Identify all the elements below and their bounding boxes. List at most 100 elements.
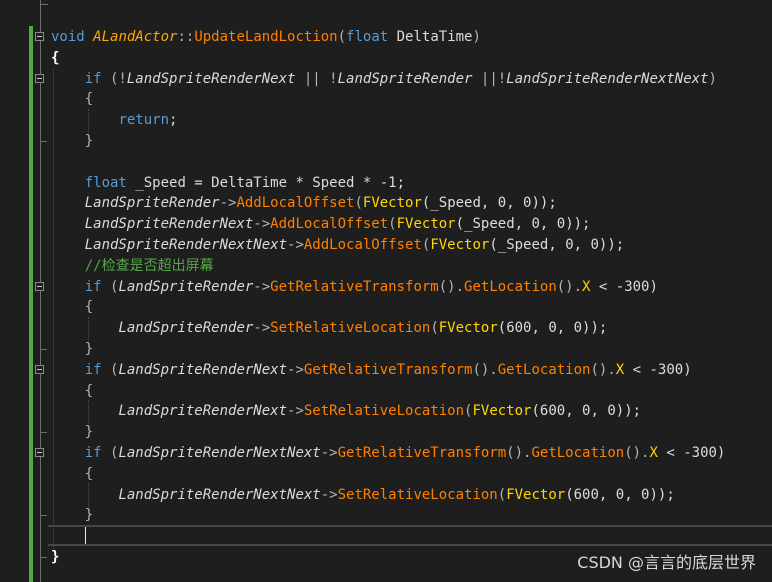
code-line[interactable]: }: [51, 131, 93, 151]
fold-toggle-icon[interactable]: [35, 32, 44, 41]
fold-toggle-icon[interactable]: [35, 282, 44, 291]
code-token: void: [51, 29, 85, 45]
code-token: LandSpriteRenderNextNext: [84, 237, 288, 253]
code-line[interactable]: {: [51, 464, 93, 484]
code-token: ||!: [472, 70, 507, 87]
code-token: X: [615, 361, 625, 378]
code-token: (: [101, 278, 119, 295]
code-line[interactable]: return;: [51, 110, 177, 130]
code-token: AddLocalOffset: [303, 237, 422, 253]
code-line[interactable]: LandSpriteRenderNextNext->SetRelativeLoc…: [51, 485, 675, 505]
code-token: ->: [253, 216, 271, 233]
code-line[interactable]: if (!LandSpriteRenderNext || !LandSprite…: [51, 69, 717, 89]
code-token: SetRelativeLocation: [270, 320, 431, 337]
code-line[interactable]: }: [51, 505, 93, 525]
code-token: FVector: [472, 403, 532, 420]
code-token: FVector: [396, 216, 456, 233]
code-line[interactable]: //检查是否超出屏幕: [51, 256, 214, 276]
fold-toggle-icon[interactable]: [35, 365, 44, 374]
text-caret: [85, 527, 86, 544]
code-token: UpdateLandLoction: [194, 29, 338, 45]
code-line[interactable]: LandSpriteRenderNext->SetRelativeLocatio…: [51, 401, 641, 421]
code-editor[interactable]: void ALandActor::UpdateLandLoction(float…: [0, 0, 772, 582]
code-line[interactable]: {: [51, 48, 59, 68]
outline-fold-end-tick: [40, 349, 47, 350]
code-line[interactable]: {: [51, 297, 93, 317]
code-token: (: [101, 445, 119, 461]
code-line[interactable]: }: [51, 339, 93, 359]
code-token: (600, 0, 0));: [565, 486, 675, 503]
code-token: LandSpriteRenderNext: [118, 403, 288, 420]
code-token: {: [51, 91, 94, 108]
code-token: GetRelativeTransform: [270, 278, 439, 295]
code-token: //检查是否超出屏幕: [84, 257, 214, 274]
code-token: float: [84, 174, 127, 191]
code-token: _Speed = DeltaTime * Speed * -1;: [126, 174, 406, 191]
code-token: ->: [287, 403, 304, 420]
code-line[interactable]: LandSpriteRenderNext->AddLocalOffset(FVe…: [51, 214, 591, 234]
code-token: ;: [169, 112, 178, 129]
fold-toggle-icon[interactable]: [35, 74, 44, 83]
code-token: (: [497, 486, 507, 503]
code-line[interactable]: }: [51, 547, 59, 567]
code-token: if: [84, 445, 102, 461]
code-line[interactable]: LandSpriteRender->SetRelativeLocation(FV…: [51, 318, 607, 338]
code-line[interactable]: if (LandSpriteRenderNextNext->GetRelativ…: [51, 443, 726, 463]
code-line[interactable]: }: [51, 422, 93, 442]
code-token: if: [84, 361, 102, 378]
code-token: ->: [320, 486, 338, 503]
code-token: AddLocalOffset: [236, 195, 355, 212]
code-token: LandSpriteRender: [84, 195, 220, 212]
code-token: {: [51, 382, 94, 399]
code-token: ->: [253, 278, 271, 295]
code-line[interactable]: if (LandSpriteRender->GetRelativeTransfo…: [51, 277, 658, 297]
code-line[interactable]: float _Speed = DeltaTime * Speed * -1;: [51, 173, 405, 193]
code-line[interactable]: {: [51, 89, 93, 109]
code-token: if: [84, 278, 102, 295]
code-token: }: [51, 341, 94, 357]
code-token: GetRelativeTransform: [337, 445, 507, 461]
code-token: (: [337, 29, 347, 45]
code-token: LandSpriteRenderNextNext: [118, 445, 321, 461]
code-line[interactable]: LandSpriteRender->AddLocalOffset(FVector…: [51, 193, 557, 213]
code-token: (_Speed, 0, 0));: [455, 216, 591, 233]
code-token: ().: [624, 445, 650, 461]
code-token: (!: [101, 70, 127, 87]
code-token: GetLocation: [531, 445, 625, 461]
code-token: ().: [438, 278, 465, 295]
code-token: if: [84, 70, 102, 87]
code-token: }: [51, 133, 94, 149]
code-token: LandSpriteRender: [118, 278, 254, 295]
code-token: ->: [287, 361, 304, 378]
code-token: LandSpriteRenderNext: [84, 216, 254, 233]
code-token: }: [51, 507, 94, 524]
code-line[interactable]: {: [51, 381, 93, 401]
change-tracking-bar: [29, 26, 33, 582]
code-token: FVector: [430, 237, 490, 253]
outline-fold-end-tick: [40, 557, 47, 558]
code-line[interactable]: void ALandActor::UpdateLandLoction(float…: [51, 27, 481, 47]
code-token: < -300): [624, 361, 692, 378]
outline-fold-end-tick: [40, 141, 47, 142]
code-token: LandSpriteRenderNextNext: [506, 70, 709, 87]
outline-fold-end-tick: [40, 515, 47, 516]
code-token: {: [51, 465, 94, 482]
watermark: CSDN @言言的底层世界: [577, 553, 756, 572]
outline-fold-line: [40, 0, 41, 582]
code-token: (_Speed, 0, 0));: [489, 237, 625, 253]
code-token: ().: [506, 445, 532, 461]
fold-toggle-icon[interactable]: [35, 448, 44, 457]
code-line[interactable]: LandSpriteRenderNextNext->AddLocalOffset…: [51, 235, 624, 255]
code-line[interactable]: if (LandSpriteRenderNext->GetRelativeTra…: [51, 360, 692, 380]
code-token: LandSpriteRender: [118, 320, 254, 337]
